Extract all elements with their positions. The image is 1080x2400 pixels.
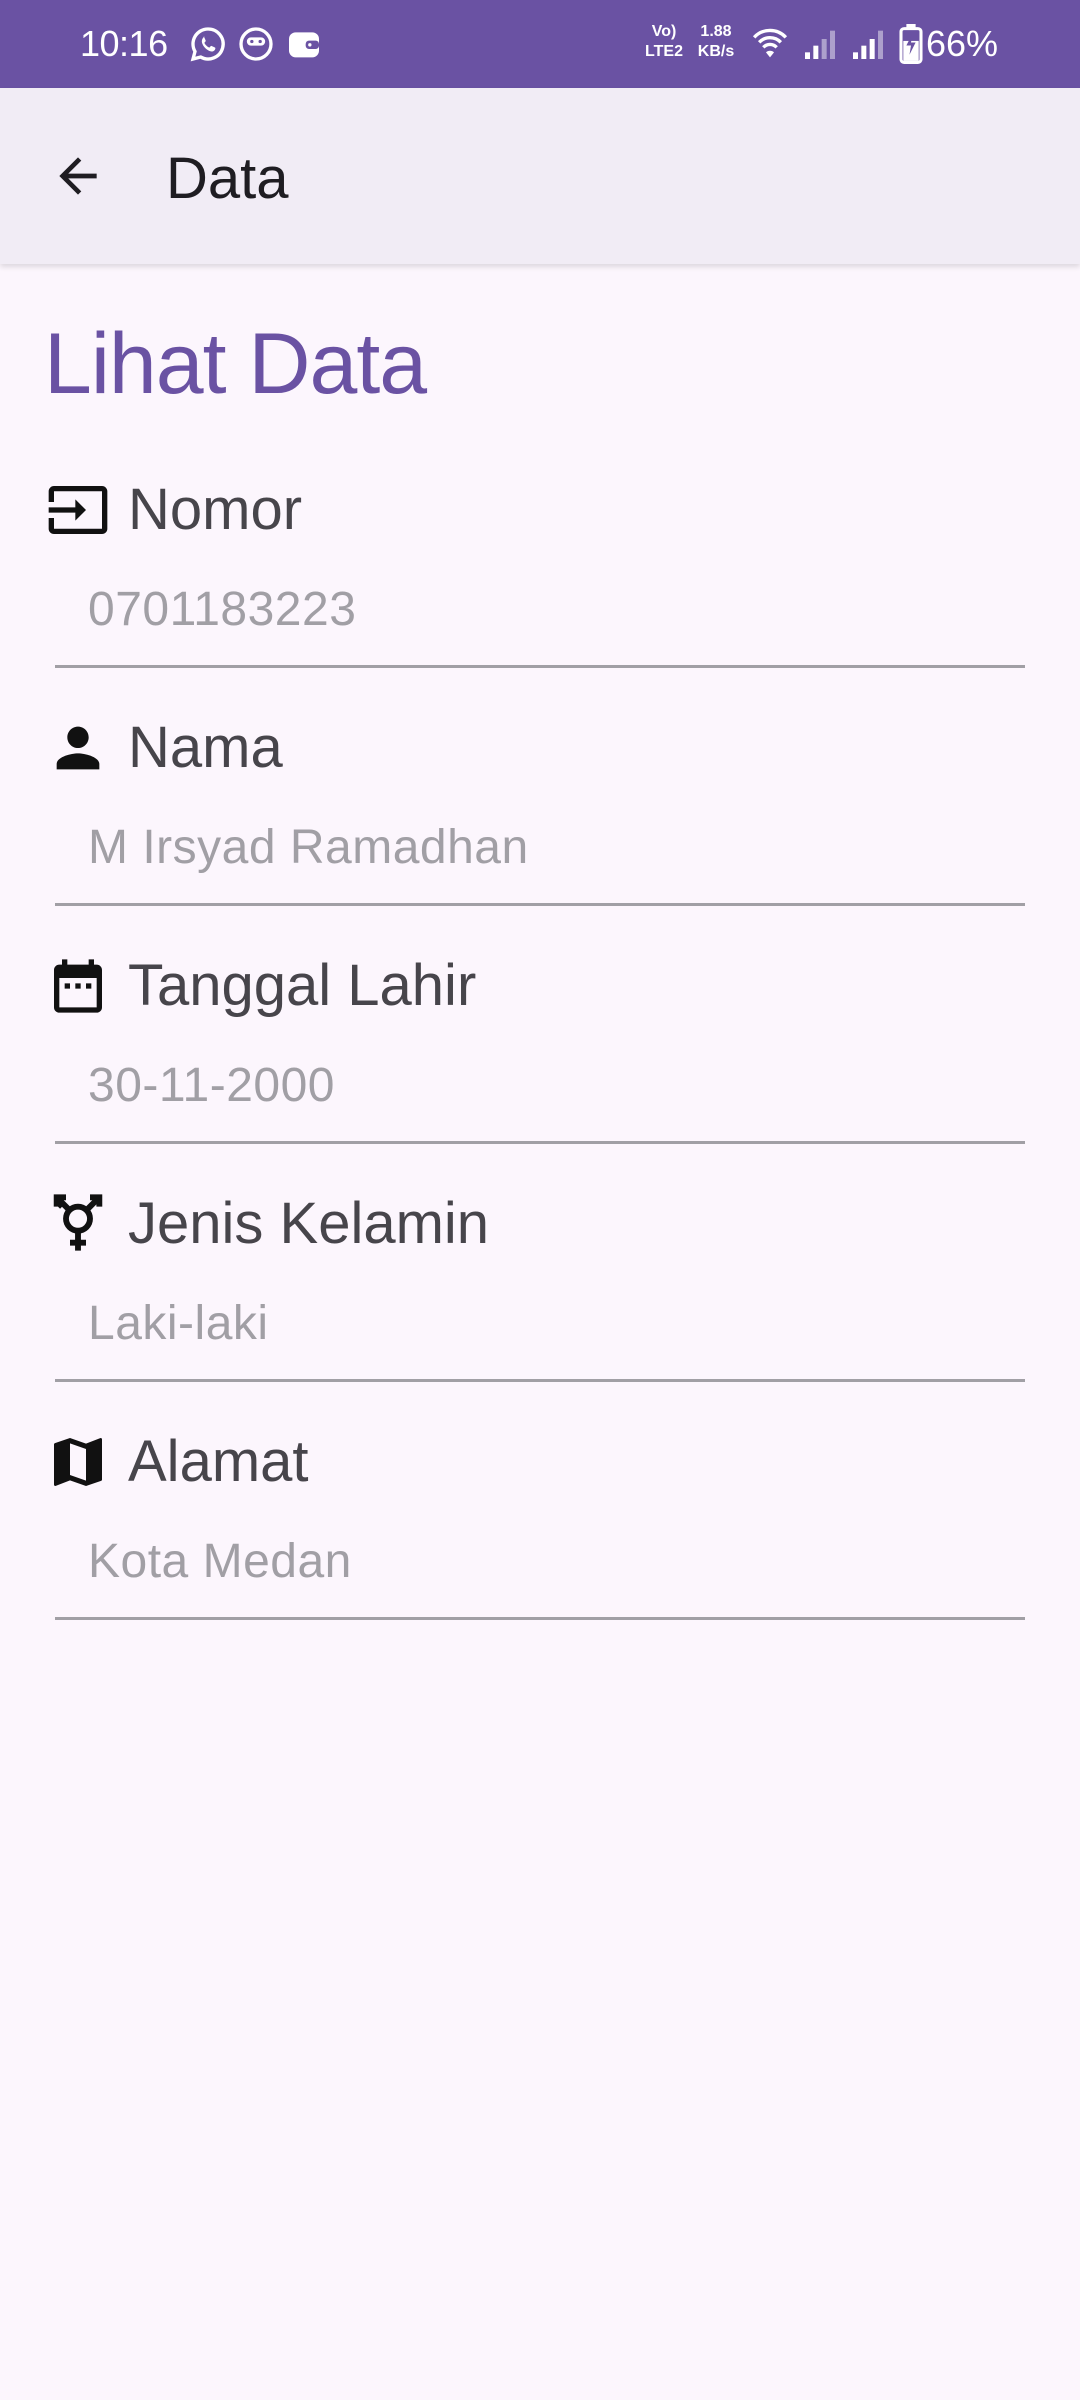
status-bar: 10:16 Vo) LTE2 1.88 KB/s 66%	[0, 0, 1080, 88]
field-label: Alamat	[128, 1429, 309, 1494]
field-label-row: Jenis Kelamin	[44, 1184, 489, 1264]
wifi-icon	[748, 24, 792, 64]
field-alamat: Alamat	[44, 1422, 1026, 1622]
field-label: Nama	[128, 715, 283, 780]
field-underline	[55, 1379, 1025, 1382]
signal-1-icon	[800, 24, 840, 64]
field-label-row: Nomor	[44, 470, 302, 550]
field-label: Jenis Kelamin	[128, 1191, 490, 1256]
input-icon	[44, 476, 112, 544]
chat-bot-icon	[236, 24, 276, 64]
field-label-row: Alamat	[44, 1422, 309, 1502]
field-underline	[55, 903, 1025, 906]
calendar-icon	[44, 952, 112, 1020]
field-underline	[55, 1141, 1025, 1144]
transgender-icon	[44, 1190, 112, 1258]
arrow-back-icon	[59, 157, 97, 195]
field-label: Nomor	[128, 477, 303, 542]
battery-charging-icon	[896, 24, 926, 64]
signal-2-icon	[848, 24, 888, 64]
nomor-field[interactable]	[88, 580, 1018, 640]
field-label: Tanggal Lahir	[128, 953, 477, 1018]
field-nama: Nama	[44, 708, 1026, 908]
field-nomor: Nomor	[44, 470, 1026, 670]
field-jenis-kelamin: Jenis Kelamin	[44, 1184, 1026, 1384]
app-bar: Data	[0, 88, 1080, 264]
map-icon	[44, 1428, 112, 1496]
back-button[interactable]	[40, 138, 116, 214]
volte-indicator: Vo) LTE2	[645, 23, 683, 60]
nama-field[interactable]	[88, 818, 1018, 878]
network-speed: 1.88 KB/s	[697, 23, 735, 60]
page-title: Lihat Data	[44, 316, 427, 412]
field-label-row: Nama	[44, 708, 283, 788]
field-underline	[55, 665, 1025, 668]
app-bar-title: Data	[166, 146, 289, 211]
status-time: 10:16	[80, 23, 168, 64]
field-underline	[55, 1617, 1025, 1620]
battery-percent: 66%	[926, 23, 999, 64]
person-icon	[44, 714, 112, 782]
jenis-kelamin-field[interactable]	[88, 1294, 1018, 1354]
field-tanggal-lahir: Tanggal Lahir	[44, 946, 1026, 1146]
field-label-row: Tanggal Lahir	[44, 946, 476, 1026]
alamat-field[interactable]	[88, 1532, 1018, 1592]
whatsapp-icon	[188, 24, 228, 64]
tanggal-lahir-field[interactable]	[88, 1056, 1018, 1116]
wallet-icon	[284, 24, 324, 64]
